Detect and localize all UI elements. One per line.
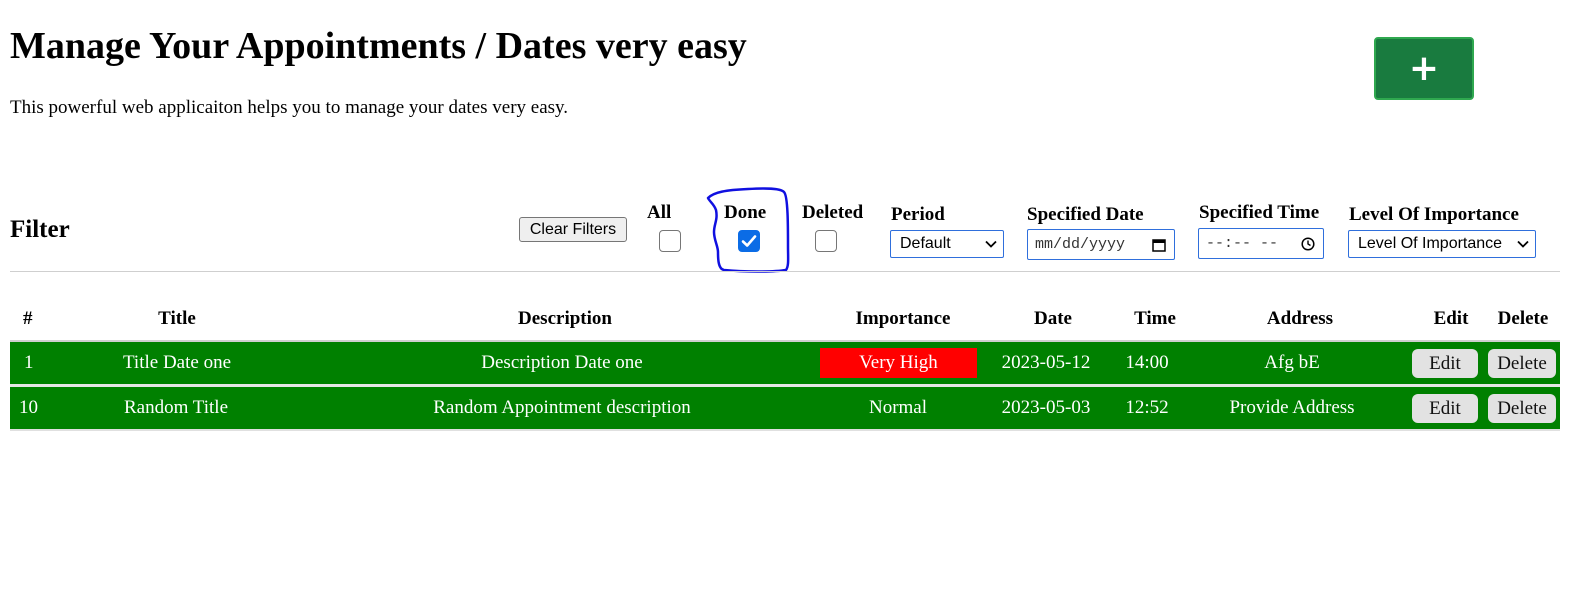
- row-date: 2023-05-12: [1001, 352, 1091, 373]
- importance-badge: Very High: [820, 348, 977, 378]
- clock-icon: [1301, 236, 1315, 251]
- row-description: Description Date one: [481, 352, 643, 373]
- period-label: Period: [891, 204, 945, 225]
- column-header-importance: Importance: [855, 308, 951, 329]
- table-row: 10 Random Title Random Appointment descr…: [10, 387, 1560, 429]
- column-header-address: Address: [1266, 308, 1334, 329]
- column-header-time: Time: [1134, 308, 1176, 329]
- filter-done-label: Done: [724, 202, 767, 223]
- table-bottom-rule: [10, 429, 1560, 431]
- filter-deleted-checkbox[interactable]: [815, 230, 837, 252]
- row-date: 2023-05-03: [1001, 397, 1091, 418]
- page-title: Manage Your Appointments / Dates very ea…: [10, 25, 747, 67]
- row-title: Title Date one: [122, 352, 232, 373]
- period-select-value: Default: [900, 235, 951, 252]
- add-appointment-button[interactable]: +: [1374, 37, 1474, 100]
- row-id: 10: [19, 397, 38, 418]
- importance-select-value: Level Of Importance: [1358, 235, 1503, 252]
- row-importance: Normal: [868, 397, 928, 418]
- specified-date-input[interactable]: mm/dd/yyyy: [1027, 229, 1175, 260]
- plus-icon: +: [1408, 48, 1440, 89]
- row-address: Provide Address: [1229, 397, 1355, 418]
- column-header-edit: Edit: [1433, 308, 1469, 329]
- calendar-icon: [1152, 238, 1166, 252]
- specified-time-input[interactable]: --:-- --: [1198, 228, 1324, 259]
- specified-date-label: Specified Date: [1027, 204, 1144, 225]
- row-time: 14:00: [1125, 352, 1169, 373]
- filter-deleted-label: Deleted: [802, 202, 864, 223]
- checkmark-icon: [741, 235, 757, 247]
- row-id: 1: [24, 352, 34, 373]
- page: Manage Your Appointments / Dates very ea…: [0, 0, 1582, 603]
- edit-button[interactable]: Edit: [1412, 349, 1478, 378]
- importance-label: Level Of Importance: [1349, 204, 1519, 225]
- clear-filters-button[interactable]: Clear Filters: [519, 217, 627, 242]
- specified-time-placeholder: --:-- --: [1206, 235, 1279, 252]
- specified-time-label: Specified Time: [1199, 202, 1320, 223]
- edit-button[interactable]: Edit: [1412, 394, 1478, 423]
- column-header-description: Description: [518, 308, 612, 329]
- row-description: Random Appointment description: [433, 397, 691, 418]
- column-header-date: Date: [1034, 308, 1072, 329]
- row-address: Afg bE: [1264, 352, 1320, 373]
- filter-divider: [10, 271, 1560, 272]
- specified-date-placeholder: mm/dd/yyyy: [1035, 236, 1126, 253]
- filter-all-checkbox[interactable]: [659, 230, 681, 252]
- delete-button[interactable]: Delete: [1488, 349, 1556, 378]
- page-subtitle: This powerful web applicaiton helps you …: [10, 97, 569, 118]
- filter-done-checkbox[interactable]: [738, 230, 760, 252]
- column-header-number: #: [23, 308, 33, 329]
- row-title: Random Title: [124, 397, 228, 418]
- column-header-delete: Delete: [1497, 308, 1549, 329]
- filter-all-label: All: [647, 202, 672, 223]
- table-row: 1 Title Date one Description Date one Ve…: [10, 342, 1560, 384]
- importance-select[interactable]: Level Of Importance: [1348, 230, 1536, 258]
- column-header-title: Title: [158, 308, 196, 329]
- filter-heading: Filter: [10, 216, 70, 243]
- delete-button[interactable]: Delete: [1488, 394, 1556, 423]
- chevron-down-icon: [985, 240, 997, 248]
- period-select[interactable]: Default: [890, 230, 1004, 258]
- row-time: 12:52: [1125, 397, 1169, 418]
- chevron-down-icon: [1517, 240, 1529, 248]
